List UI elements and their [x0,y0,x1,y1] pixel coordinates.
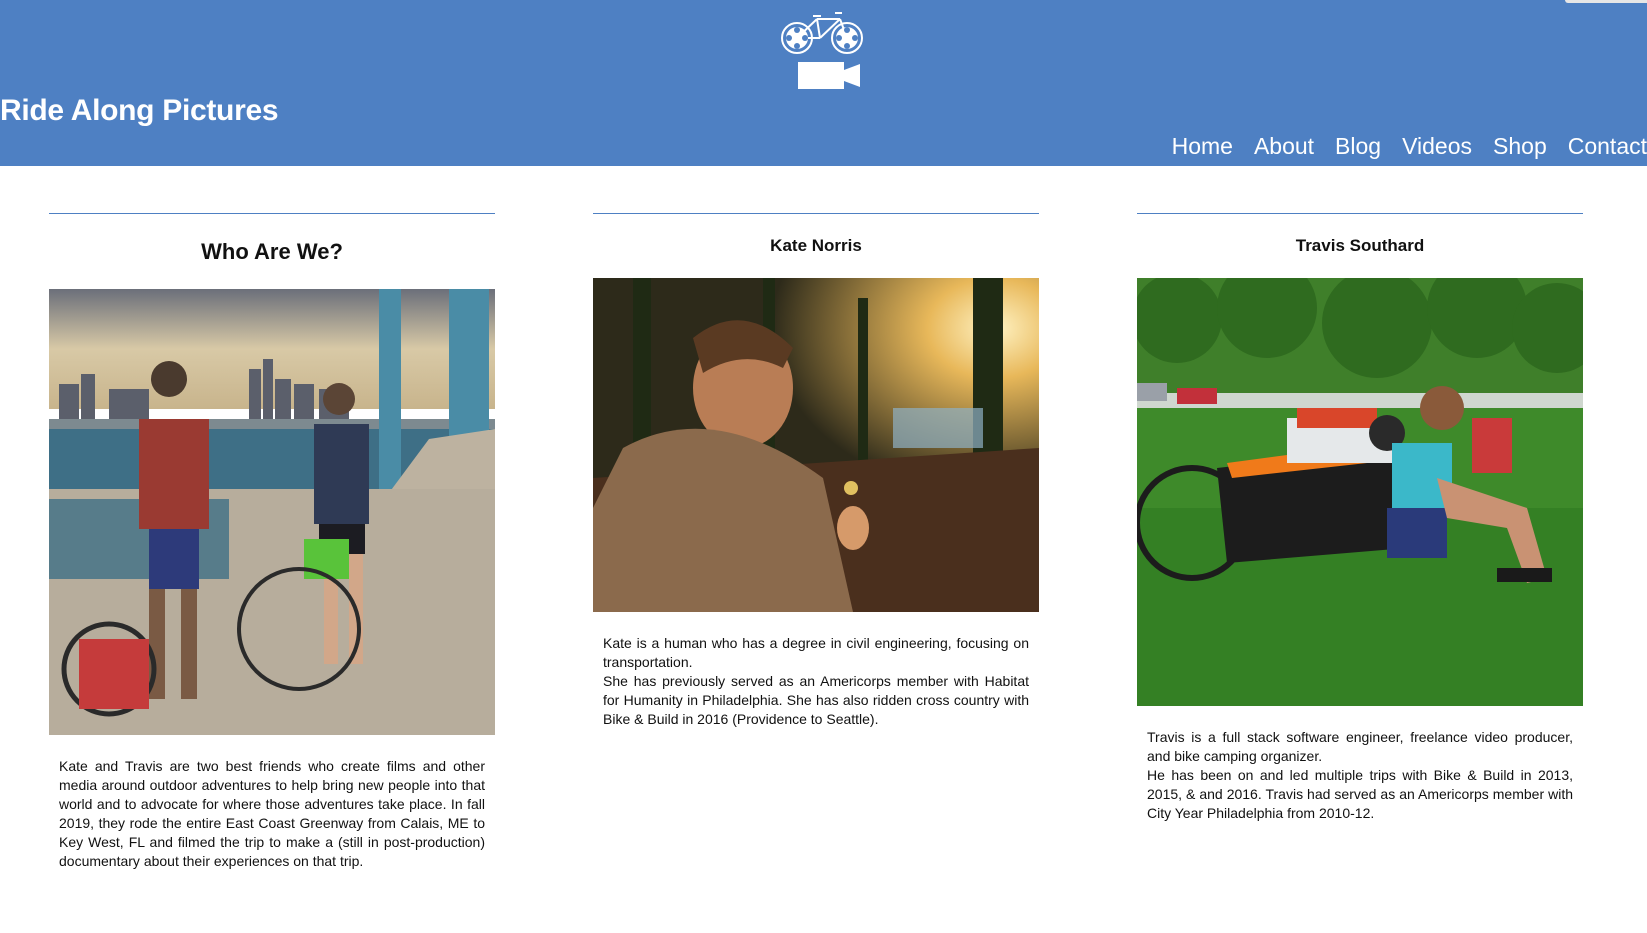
main-nav: Home About Blog Videos Shop Contact [1172,133,1647,160]
nav-about[interactable]: About [1254,133,1314,160]
nav-home[interactable]: Home [1172,133,1233,160]
bio-paragraph: Kate and Travis are two best friends who… [59,758,485,869]
bio-paragraph: Kate is a human who has a degree in civi… [603,635,1029,670]
section-divider [593,213,1039,214]
site-title[interactable]: Ride Along Pictures [0,94,279,128]
kate-bio-text: Kate is a human who has a degree in civi… [593,634,1039,729]
travis-bio-text: Travis is a full stack software engineer… [1137,728,1583,823]
nav-shop[interactable]: Shop [1493,133,1547,160]
bio-paragraph: She has previously served as an Americor… [603,673,1029,727]
who-are-we-section: Who Are We? Kate and Travis are two best… [49,213,495,871]
travis-with-cargo-bike-photo [1137,278,1583,706]
section-heading: Kate Norris [770,236,862,255]
scrollbar-corner [1565,0,1647,3]
nav-contact[interactable]: Contact [1568,133,1647,160]
bicycle-film-camera-icon[interactable] [780,10,872,90]
kate-at-sunset-photo [593,278,1039,612]
section-divider [49,213,495,214]
bio-paragraph: He has been on and led multiple trips wi… [1147,767,1573,821]
site-header: Ride Along Pictures Home About Blog Vide… [0,0,1647,166]
nav-videos[interactable]: Videos [1402,133,1472,160]
section-divider [1137,213,1583,214]
who-are-we-text: Kate and Travis are two best friends who… [49,757,495,871]
bio-paragraph: Travis is a full stack software engineer… [1147,729,1573,764]
two-cyclists-on-bridge-photo [49,289,495,735]
kate-norris-section: Kate Norris Kate is a human who has a de… [593,213,1039,729]
section-heading: Travis Southard [1295,236,1425,255]
travis-southard-section: Travis Southard Travis is a full stack s… [1137,213,1583,823]
section-heading: Who Are We? [201,239,343,264]
nav-blog[interactable]: Blog [1335,133,1381,160]
